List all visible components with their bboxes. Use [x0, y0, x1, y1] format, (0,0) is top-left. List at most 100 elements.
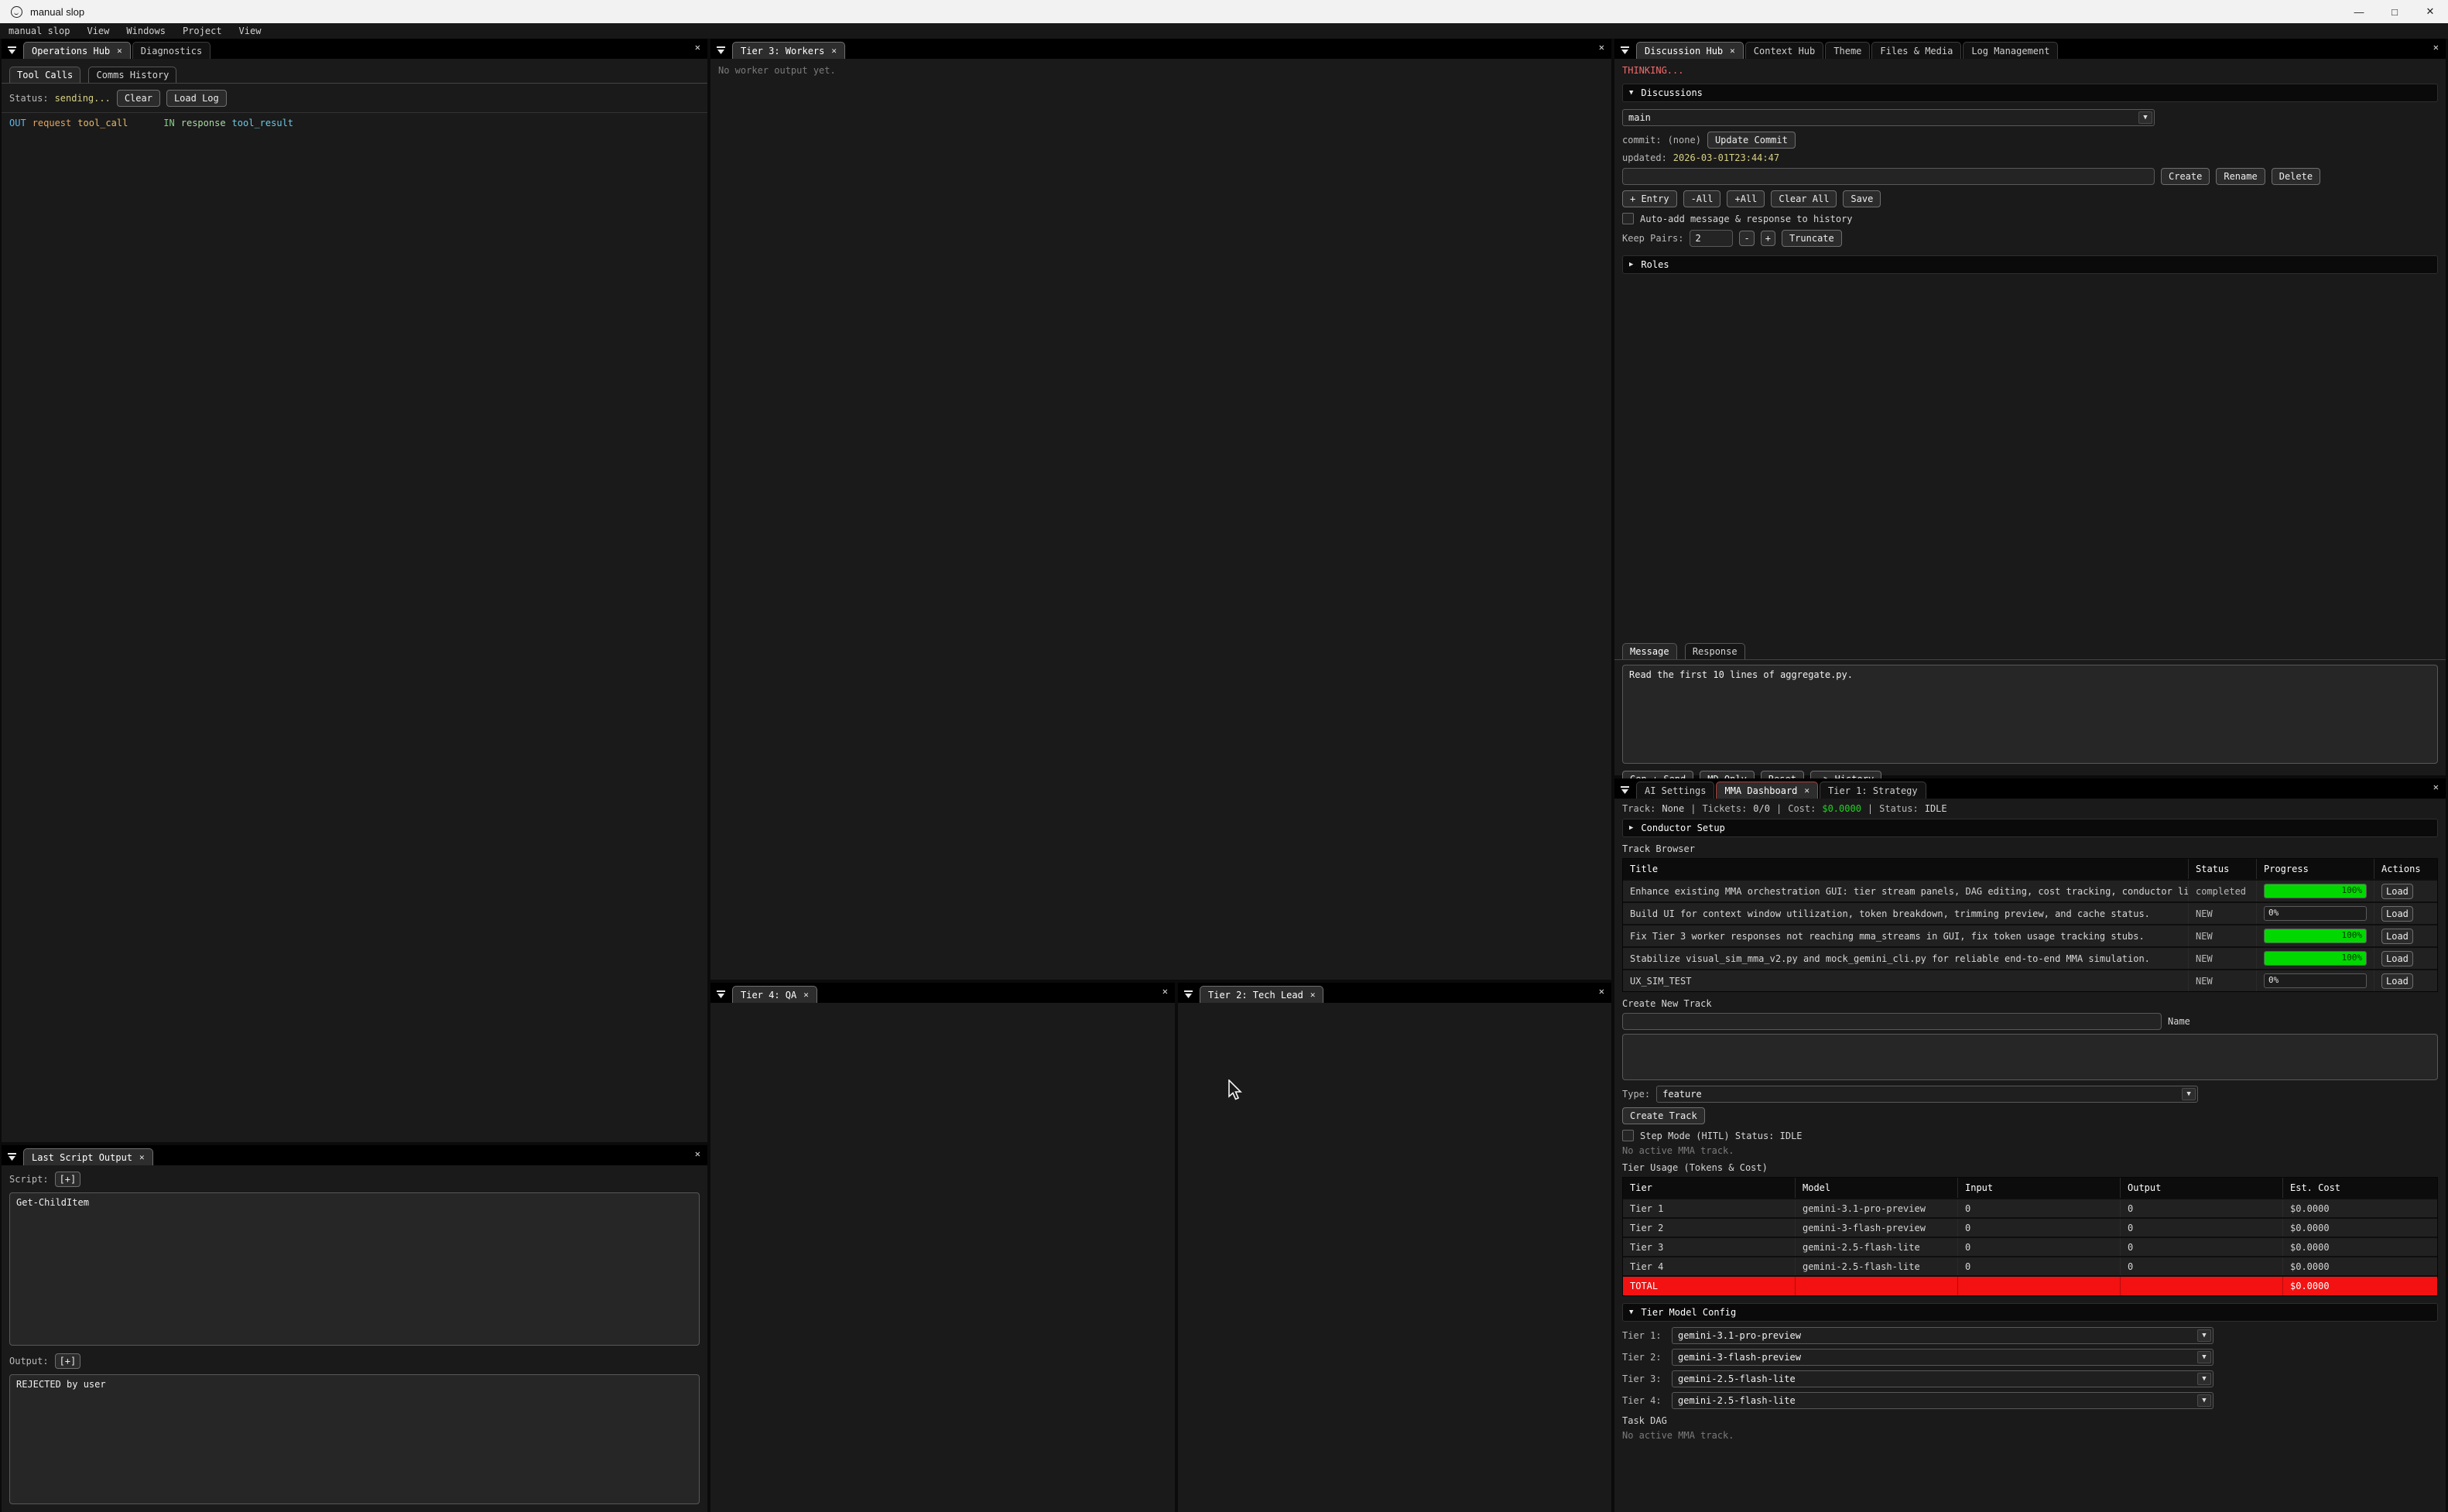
create-track-button[interactable]: Create Track — [1622, 1107, 1705, 1124]
tier2-model-select[interactable]: gemini-3-flash-preview ▼ — [1672, 1349, 2213, 1366]
tab-ai-settings[interactable]: AI Settings — [1636, 782, 1714, 799]
keep-pairs-input[interactable]: 2 — [1690, 230, 1733, 247]
tab-log-management[interactable]: Log Management — [1963, 42, 2058, 59]
truncate-button[interactable]: Truncate — [1782, 230, 1842, 247]
discussion-select[interactable]: main ▼ — [1622, 109, 2155, 126]
output-textarea[interactable]: REJECTED by user — [9, 1374, 700, 1504]
track-title: Fix Tier 3 worker responses not reaching… — [1623, 925, 2188, 946]
total-cost: $0.0000 — [2282, 1277, 2437, 1295]
step-mode-checkbox[interactable] — [1622, 1130, 1634, 1141]
tab-tier3-workers[interactable]: Tier 3: Workers ✕ — [732, 42, 845, 59]
close-tab-icon[interactable]: ✕ — [117, 46, 122, 56]
tab-label: Diagnostics — [141, 46, 202, 56]
menu-view-1[interactable]: View — [78, 26, 118, 36]
keep-pairs-decrement-button[interactable]: - — [1739, 231, 1754, 246]
tab-theme[interactable]: Theme — [1825, 42, 1870, 59]
dock-menu-icon[interactable] — [1614, 42, 1635, 59]
tab-mma-dashboard[interactable]: MMA Dashboard ✕ — [1716, 782, 1818, 799]
tier-model-config-header[interactable]: ▼ Tier Model Config — [1622, 1303, 2438, 1322]
last-script-output-panel: Last Script Output ✕ ✕ Script: [+] Get-C… — [2, 1145, 707, 1512]
menu-windows[interactable]: Windows — [118, 26, 174, 36]
delete-button[interactable]: Delete — [2272, 168, 2320, 185]
load-track-button[interactable]: Load — [2381, 951, 2413, 966]
menu-view-2[interactable]: View — [231, 26, 270, 36]
dock-menu-icon[interactable] — [710, 986, 731, 1003]
usage-model: gemini-3.1-pro-preview — [1795, 1199, 1957, 1217]
close-tab-icon[interactable]: ✕ — [139, 1152, 145, 1162]
tab-diagnostics[interactable]: Diagnostics — [132, 42, 211, 59]
create-button[interactable]: Create — [2161, 168, 2210, 185]
load-track-button[interactable]: Load — [2381, 973, 2413, 989]
add-entry-button[interactable]: + Entry — [1622, 190, 1677, 207]
roles-section-header[interactable]: ▶ Roles — [1622, 255, 2438, 274]
close-panel-icon[interactable]: ✕ — [1162, 986, 1168, 997]
caret-down-icon: ▼ — [1629, 1308, 1633, 1316]
tickets-label: Tickets: — [1703, 803, 1748, 814]
tab-tier4-qa[interactable]: Tier 4: QA ✕ — [732, 986, 817, 1003]
dock-menu-icon[interactable] — [2, 1148, 22, 1165]
save-button[interactable]: Save — [1843, 190, 1881, 207]
close-tab-icon[interactable]: ✕ — [1310, 990, 1316, 1000]
menu-manual-slop[interactable]: manual slop — [0, 26, 78, 36]
track-type-select[interactable]: feature ▼ — [1656, 1086, 2198, 1103]
close-panel-icon[interactable]: ✕ — [1599, 986, 1604, 997]
tab-response[interactable]: Response — [1685, 643, 1745, 659]
tier4-model-select[interactable]: gemini-2.5-flash-lite ▼ — [1672, 1392, 2213, 1409]
clear-button[interactable]: Clear — [117, 90, 160, 107]
dock-menu-icon[interactable] — [1614, 782, 1635, 799]
dock-menu-icon[interactable] — [1178, 986, 1198, 1003]
close-tab-icon[interactable]: ✕ — [1804, 785, 1809, 795]
close-panel-icon[interactable]: ✕ — [2433, 782, 2439, 792]
plus-all-button[interactable]: +All — [1727, 190, 1765, 207]
tier1-model-select[interactable]: gemini-3.1-pro-preview ▼ — [1672, 1327, 2213, 1344]
close-panel-icon[interactable]: ✕ — [695, 42, 700, 53]
update-commit-button[interactable]: Update Commit — [1707, 132, 1796, 149]
tab-files-media[interactable]: Files & Media — [1871, 42, 1961, 59]
step-mode-label: Step Mode (HITL) Status: IDLE — [1640, 1131, 1803, 1141]
tab-operations-hub[interactable]: Operations Hub ✕ — [23, 42, 131, 59]
tab-tier1-strategy[interactable]: Tier 1: Strategy — [1820, 782, 1926, 799]
close-tab-icon[interactable]: ✕ — [831, 46, 837, 56]
maximize-button[interactable]: □ — [2377, 0, 2412, 23]
close-button[interactable]: ✕ — [2412, 0, 2448, 23]
tab-tier2-tech-lead[interactable]: Tier 2: Tech Lead ✕ — [1200, 986, 1323, 1003]
conductor-setup-header[interactable]: ▶ Conductor Setup — [1622, 819, 2438, 837]
close-tab-icon[interactable]: ✕ — [1730, 46, 1735, 56]
title-bar: manual slop — □ ✕ — [0, 0, 2448, 23]
clear-all-button[interactable]: Clear All — [1771, 190, 1837, 207]
close-panel-icon[interactable]: ✕ — [1599, 42, 1604, 53]
track-description-textarea[interactable] — [1622, 1034, 2438, 1080]
load-track-button[interactable]: Load — [2381, 884, 2413, 899]
subtab-tool-calls[interactable]: Tool Calls — [9, 67, 80, 83]
keep-pairs-increment-button[interactable]: + — [1761, 231, 1775, 246]
message-textarea[interactable]: Read the first 10 lines of aggregate.py. — [1622, 665, 2438, 764]
autoadd-checkbox[interactable] — [1622, 213, 1634, 224]
load-track-button[interactable]: Load — [2381, 906, 2413, 922]
menu-project[interactable]: Project — [174, 26, 231, 36]
minus-all-button[interactable]: -All — [1683, 190, 1721, 207]
tab-context-hub[interactable]: Context Hub — [1745, 42, 1823, 59]
rename-button[interactable]: Rename — [2216, 168, 2265, 185]
output-expand-button[interactable]: [+] — [55, 1353, 81, 1369]
updated-timestamp: 2026-03-01T23:44:47 — [1673, 152, 1779, 163]
discussions-section-header[interactable]: ▼ Discussions — [1622, 84, 2438, 102]
tab-label: Log Management — [1971, 46, 2049, 56]
discussion-name-input[interactable] — [1622, 168, 2155, 185]
subtab-comms-history[interactable]: Comms History — [88, 67, 176, 83]
load-track-button[interactable]: Load — [2381, 929, 2413, 944]
tier3-model-select[interactable]: gemini-2.5-flash-lite ▼ — [1672, 1370, 2213, 1387]
load-log-button[interactable]: Load Log — [166, 90, 227, 107]
close-panel-icon[interactable]: ✕ — [2433, 42, 2439, 53]
dock-menu-icon[interactable] — [2, 42, 22, 59]
close-tab-icon[interactable]: ✕ — [803, 990, 809, 1000]
script-textarea[interactable]: Get-ChildItem — [9, 1192, 700, 1346]
tab-discussion-hub[interactable]: Discussion Hub ✕ — [1636, 42, 1744, 59]
track-name-input[interactable] — [1622, 1013, 2162, 1030]
minimize-button[interactable]: — — [2341, 0, 2377, 23]
tab-last-script-output[interactable]: Last Script Output ✕ — [23, 1148, 153, 1165]
script-expand-button[interactable]: [+] — [55, 1172, 81, 1187]
dock-menu-icon[interactable] — [710, 42, 731, 59]
close-panel-icon[interactable]: ✕ — [695, 1148, 700, 1159]
tab-message[interactable]: Message — [1622, 643, 1677, 659]
usage-model: gemini-3-flash-preview — [1795, 1219, 1957, 1237]
